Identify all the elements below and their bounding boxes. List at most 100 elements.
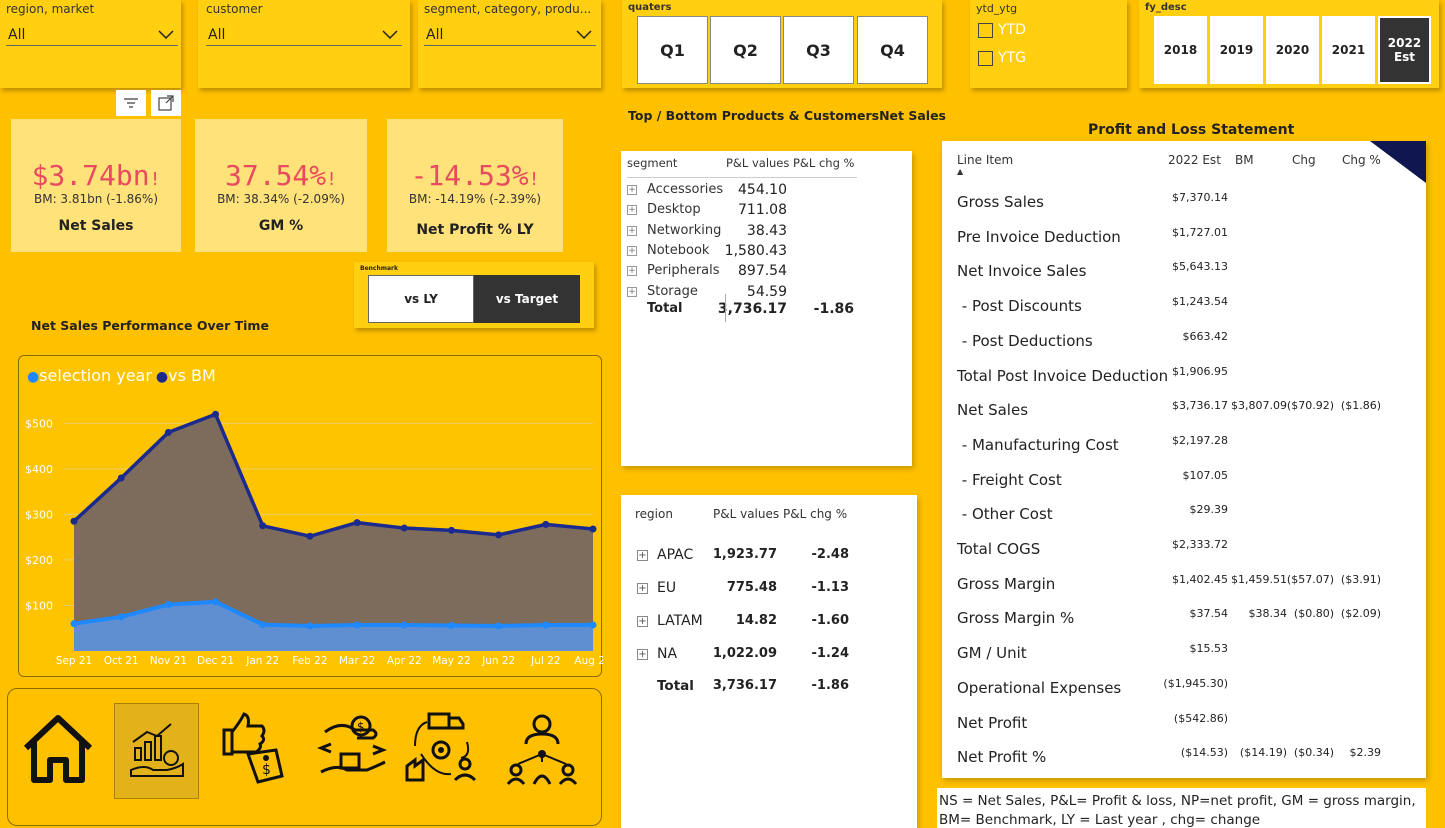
segment-row[interactable]: + Accessories 454.10 bbox=[627, 182, 867, 202]
benchmark-title: Benchmark bbox=[360, 265, 398, 272]
ytd-checkbox-row[interactable]: YTD bbox=[978, 22, 1026, 38]
ytd-checkbox[interactable] bbox=[978, 22, 993, 38]
region-value: 14.82 bbox=[735, 613, 777, 628]
col-bm[interactable]: BM bbox=[1235, 153, 1254, 167]
selection-point bbox=[353, 621, 361, 629]
selection-point bbox=[117, 613, 125, 621]
pl-est: $3,736.17 bbox=[1172, 399, 1228, 413]
expand-icon[interactable]: + bbox=[627, 286, 637, 297]
segment-value: 54.59 bbox=[746, 283, 787, 300]
selection-point bbox=[447, 622, 455, 629]
col-2022-est[interactable]: 2022 Est bbox=[1168, 153, 1221, 167]
x-tick-label: Aug 22 bbox=[574, 655, 603, 667]
segment-dropdown[interactable]: All bbox=[424, 24, 596, 46]
finance-icon bbox=[129, 723, 184, 777]
expand-icon[interactable]: + bbox=[627, 225, 637, 236]
col-region[interactable]: region bbox=[635, 507, 673, 521]
expand-icon[interactable]: + bbox=[627, 245, 637, 256]
executive-icon-button[interactable] bbox=[502, 703, 582, 793]
fy-2022-est-button[interactable]: 2022 Est bbox=[1378, 16, 1431, 84]
expand-icon[interactable]: + bbox=[627, 266, 637, 277]
pl-row: - Post Discounts $1,243.54 bbox=[942, 295, 1426, 327]
total-value: 3,736.17 bbox=[712, 678, 777, 693]
y-tick-label: $400 bbox=[25, 463, 53, 476]
pl-line-item: Operational Expenses bbox=[957, 678, 1122, 697]
sales-icon-button[interactable]: $ bbox=[313, 703, 393, 793]
pl-est: $5,643.13 bbox=[1172, 260, 1228, 274]
region-market-slicer: region, market All bbox=[0, 0, 181, 88]
pl-est: $37.54 bbox=[1189, 607, 1229, 621]
region-row[interactable]: + EU 775.48 -1.13 bbox=[635, 580, 905, 602]
pl-row: - Freight Cost $107.05 bbox=[942, 469, 1426, 501]
ytg-checkbox-row[interactable]: YTG bbox=[978, 50, 1026, 66]
col-pl-values[interactable]: P&L values bbox=[713, 507, 779, 521]
col-segment[interactable]: segment bbox=[627, 156, 677, 170]
pl-line-item: Total COGS bbox=[957, 540, 1041, 558]
col-chg[interactable]: Chg bbox=[1292, 153, 1316, 167]
home-icon-button[interactable] bbox=[18, 703, 98, 793]
fy-2019-button[interactable]: 2019 bbox=[1210, 16, 1263, 84]
region-chg: -1.60 bbox=[811, 613, 849, 628]
customer-dropdown[interactable]: All bbox=[206, 24, 402, 46]
y-tick-label: $300 bbox=[25, 508, 53, 521]
region-dropdown[interactable]: All bbox=[6, 24, 178, 46]
ytg-label: YTG bbox=[998, 50, 1026, 66]
vs-ly-button[interactable]: vs LY bbox=[368, 275, 474, 323]
col-pl-values[interactable]: P&L values bbox=[726, 156, 789, 170]
filter-icon-button[interactable] bbox=[116, 90, 146, 116]
region-value: 1,923.77 bbox=[712, 547, 777, 562]
region-row[interactable]: + LATAM 14.82 -1.60 bbox=[635, 613, 905, 635]
ytg-checkbox[interactable] bbox=[978, 50, 993, 66]
segment-row[interactable]: + Desktop 711.08 bbox=[627, 202, 867, 222]
region-name: NA bbox=[657, 646, 678, 662]
region-value: 775.48 bbox=[726, 580, 777, 595]
fy-2018-button[interactable]: 2018 bbox=[1154, 16, 1207, 84]
col-pl-chg[interactable]: P&L chg % bbox=[793, 156, 854, 170]
q1-button[interactable]: Q1 bbox=[637, 16, 708, 84]
bm-point bbox=[495, 531, 503, 539]
sort-asc-icon[interactable]: ▲ bbox=[957, 167, 963, 176]
segment-value: 897.54 bbox=[738, 263, 787, 280]
col-line-item[interactable]: Line Item bbox=[957, 153, 1013, 167]
q4-button[interactable]: Q4 bbox=[857, 16, 928, 84]
quarters-slicer: quaters Q1 Q2 Q3 Q4 bbox=[622, 0, 942, 88]
x-tick-label: Jan 22 bbox=[245, 655, 279, 667]
expand-icon[interactable]: + bbox=[627, 205, 637, 216]
pl-row: Net Invoice Sales $5,643.13 bbox=[942, 260, 1426, 292]
marketing-icon-button[interactable]: $ bbox=[213, 703, 293, 793]
selection-point bbox=[259, 621, 267, 629]
expand-icon[interactable]: + bbox=[627, 185, 637, 195]
segment-row[interactable]: + Peripherals 897.54 bbox=[627, 263, 867, 283]
finance-icon-button[interactable] bbox=[114, 703, 199, 799]
pl-line-item: Net Profit % bbox=[957, 748, 1047, 767]
pl-line-item: - Post Discounts bbox=[957, 297, 1082, 316]
fy-2021-button[interactable]: 2021 bbox=[1322, 16, 1375, 84]
vs-target-button[interactable]: vs Target bbox=[474, 275, 580, 323]
kpi-benchmark: BM: 3.81bn (-1.86%) bbox=[33, 192, 158, 206]
segment-value: 38.43 bbox=[746, 222, 787, 239]
col-chg-pct[interactable]: Chg % bbox=[1342, 153, 1381, 167]
chevron-down-icon bbox=[158, 29, 174, 39]
expand-icon[interactable]: + bbox=[637, 583, 648, 594]
selection-point bbox=[542, 621, 550, 629]
pl-row: Pre Invoice Deduction $1,727.01 bbox=[942, 226, 1426, 258]
pl-table-card: Line Item ▲ 2022 Est BM Chg Chg % Gross … bbox=[942, 141, 1426, 778]
expand-icon[interactable]: + bbox=[637, 649, 648, 660]
expand-icon[interactable]: + bbox=[637, 616, 648, 627]
col-pl-chg[interactable]: P&L chg % bbox=[783, 507, 847, 521]
focus-mode-button[interactable] bbox=[151, 90, 181, 116]
q3-button[interactable]: Q3 bbox=[783, 16, 854, 84]
region-row[interactable]: + APAC 1,923.77 -2.48 bbox=[635, 547, 905, 569]
executive-icon bbox=[506, 714, 578, 785]
pl-line-item: Gross Sales bbox=[957, 193, 1044, 211]
region-row[interactable]: + NA 1,022.09 -1.24 bbox=[635, 646, 905, 668]
q2-button[interactable]: Q2 bbox=[710, 16, 781, 84]
fy-2020-button[interactable]: 2020 bbox=[1266, 16, 1319, 84]
pl-est: $663.42 bbox=[1182, 329, 1229, 343]
expand-icon[interactable]: + bbox=[637, 550, 648, 561]
supply-chain-icon-button[interactable] bbox=[401, 703, 481, 793]
pl-line-item: Net Sales bbox=[957, 401, 1029, 420]
segment-row[interactable]: + Notebook 1,580.43 bbox=[627, 243, 867, 263]
pl-line-item: Pre Invoice Deduction bbox=[957, 227, 1121, 246]
segment-row[interactable]: + Networking 38.43 bbox=[627, 223, 867, 243]
